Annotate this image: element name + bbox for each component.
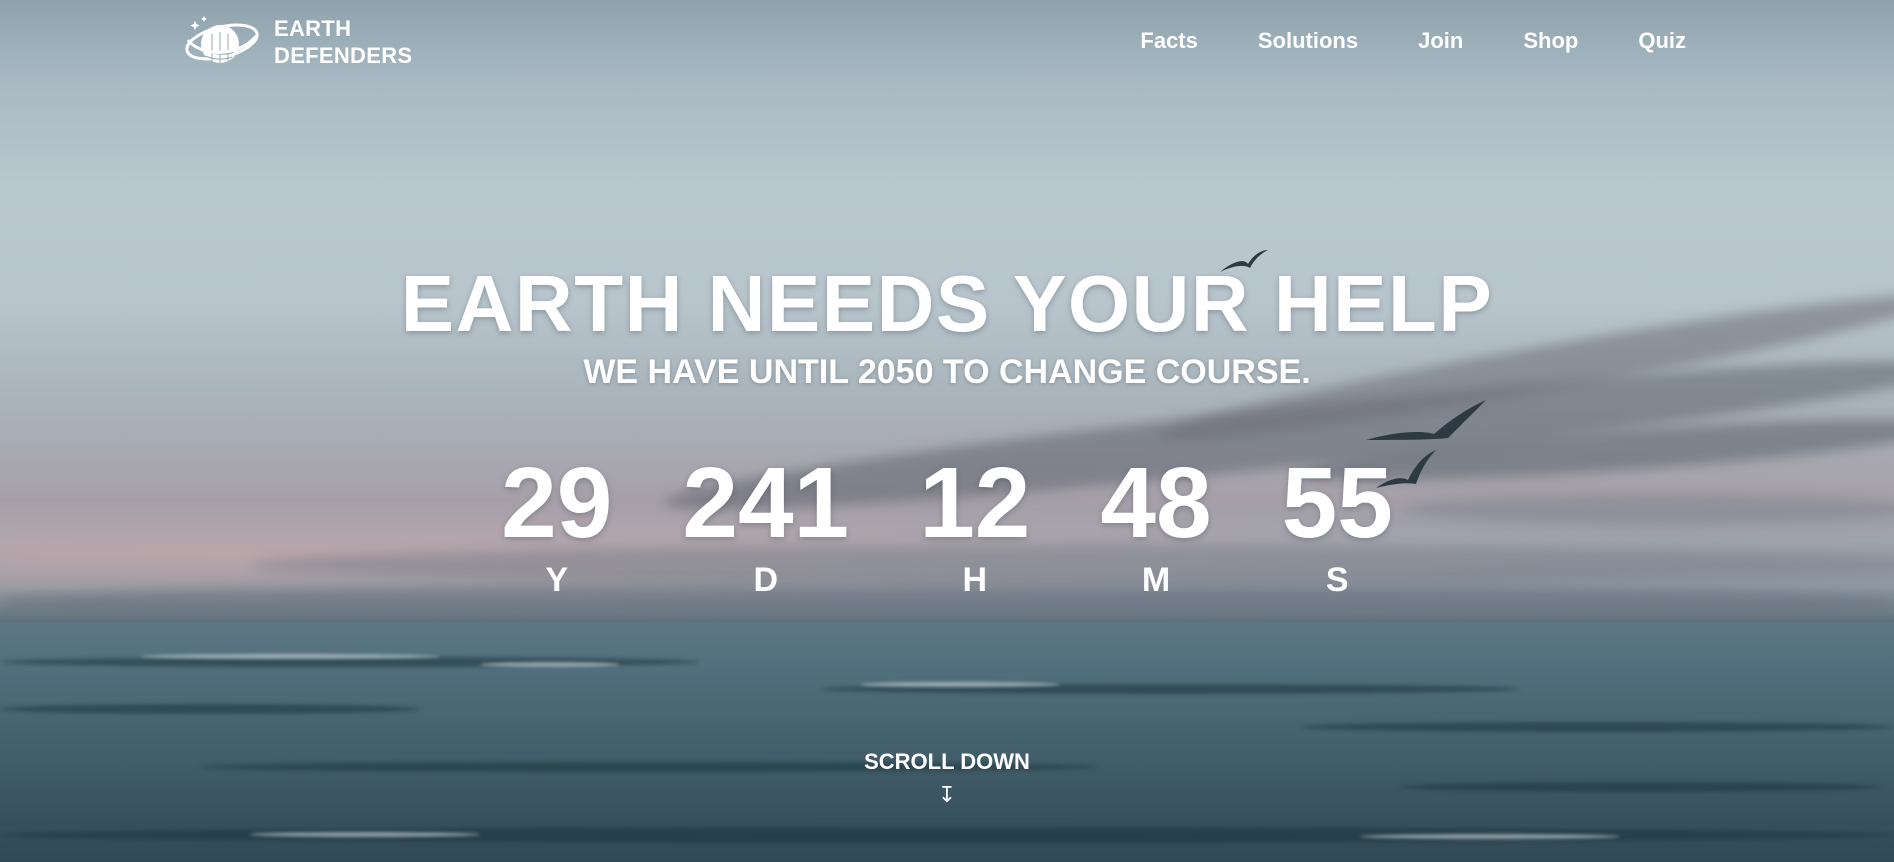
sea-background [0, 622, 1894, 862]
wave [0, 704, 420, 714]
scroll-down-button[interactable]: SCROLL DOWN ↧ [0, 748, 1894, 810]
countdown-label: Y [545, 561, 569, 599]
nav-item-solutions[interactable]: Solutions [1258, 28, 1358, 54]
foam [480, 662, 620, 667]
countdown-days: 241 D [682, 448, 849, 600]
nav-item-shop[interactable]: Shop [1523, 28, 1578, 54]
countdown-years: 29 Y [501, 448, 612, 600]
site-header: EARTH DEFENDERS Facts Solutions Join Sho… [0, 0, 1894, 90]
brand-name-line2: DEFENDERS [274, 43, 413, 68]
countdown-value: 29 [501, 447, 613, 559]
foam [140, 654, 440, 659]
nav-item-quiz[interactable]: Quiz [1638, 28, 1686, 54]
foam [250, 832, 480, 837]
nav-item-facts[interactable]: Facts [1140, 28, 1197, 54]
countdown-value: 55 [1281, 447, 1393, 559]
globe-with-ring-icon [185, 16, 259, 63]
countdown-value: 12 [919, 447, 1031, 559]
brand-name: EARTH DEFENDERS [274, 15, 412, 69]
countdown-hours: 12 H [919, 448, 1030, 600]
arrow-down-icon: ↧ [937, 783, 957, 808]
nav-item-join[interactable]: Join [1418, 28, 1463, 54]
countdown-value: 241 [682, 447, 850, 559]
countdown-minutes: 48 M [1100, 448, 1211, 600]
countdown-label: D [753, 561, 779, 599]
foam [860, 682, 1060, 687]
hero-subtitle: WE HAVE UNTIL 2050 TO CHANGE COURSE. [583, 353, 1311, 391]
countdown-label: H [962, 561, 988, 599]
countdown-value: 48 [1100, 447, 1212, 559]
brand-name-line1: EARTH [274, 16, 352, 41]
countdown-seconds: 55 S [1282, 448, 1393, 600]
main-nav: Facts Solutions Join Shop Quiz [1080, 28, 1686, 54]
wave [1300, 722, 1894, 732]
countdown-timer: 29 Y 241 D 12 H 48 M 55 S [0, 448, 1894, 600]
seagull-image [1366, 400, 1486, 440]
countdown-label: M [1141, 561, 1171, 599]
hero-title: EARTH NEEDS YOUR HELP [400, 259, 1494, 348]
scroll-down-label: SCROLL DOWN [864, 749, 1030, 774]
brand-logo[interactable]: EARTH DEFENDERS [182, 14, 412, 70]
countdown-label: S [1325, 561, 1349, 599]
foam [1360, 834, 1620, 839]
page: EARTH DEFENDERS Facts Solutions Join Sho… [0, 0, 1894, 862]
